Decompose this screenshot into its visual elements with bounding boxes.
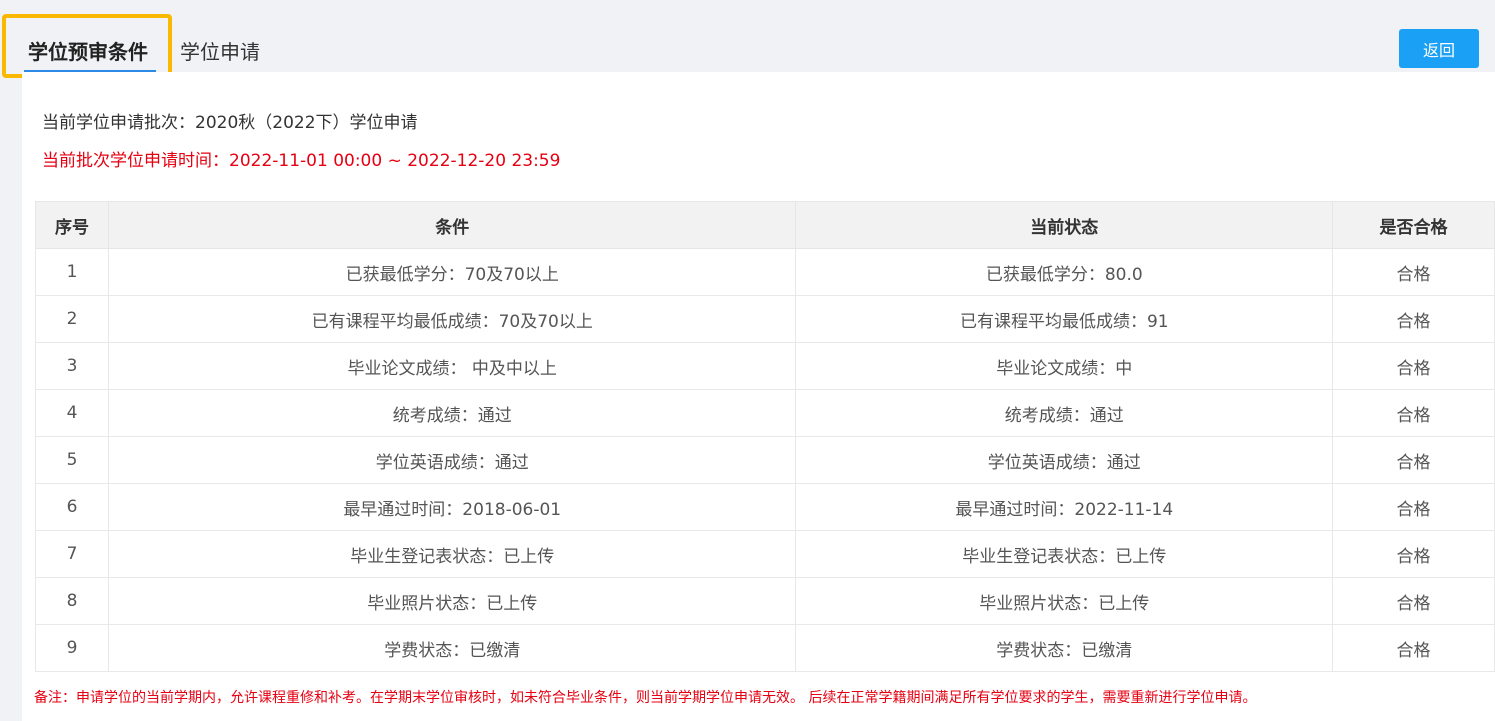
table-row: 4 统考成绩：通过 统考成绩：通过 合格 bbox=[35, 389, 1495, 437]
cell-no: 3 bbox=[35, 342, 109, 390]
table-row: 3 毕业论文成绩： 中及中以上 毕业论文成绩：中 合格 bbox=[35, 342, 1495, 390]
cell-no: 1 bbox=[35, 248, 109, 296]
conditions-table: 序号 条件 当前状态 是否合格 1 已获最低学分：70及70以上 已获最低学分：… bbox=[35, 201, 1495, 672]
application-batch-text: 当前学位申请批次：2020秋（2022下）学位申请 bbox=[42, 113, 418, 133]
table-row: 5 学位英语成绩：通过 学位英语成绩：通过 合格 bbox=[35, 436, 1495, 484]
cell-result: 合格 bbox=[1332, 530, 1495, 578]
cell-condition: 统考成绩：通过 bbox=[107, 389, 797, 437]
remark-note: 备注：申请学位的当前学期内，允许课程重修和补考。在学期末学位审核时，如未符合毕业… bbox=[34, 690, 1257, 706]
cell-status: 学位英语成绩：通过 bbox=[795, 436, 1334, 484]
table-row: 8 毕业照片状态：已上传 毕业照片状态：已上传 合格 bbox=[35, 577, 1495, 625]
header-result: 是否合格 bbox=[1332, 201, 1495, 249]
table-row: 7 毕业生登记表状态：已上传 毕业生登记表状态：已上传 合格 bbox=[35, 530, 1495, 578]
tab-degree-prereview-label[interactable]: 学位预审条件 bbox=[28, 36, 148, 65]
cell-result: 合格 bbox=[1332, 248, 1495, 296]
cell-condition: 毕业照片状态：已上传 bbox=[107, 577, 797, 625]
cell-result: 合格 bbox=[1332, 624, 1495, 672]
cell-status: 毕业论文成绩：中 bbox=[795, 342, 1334, 390]
table-row: 9 学费状态：已缴清 学费状态：已缴清 合格 bbox=[35, 624, 1495, 672]
cell-status: 毕业生登记表状态：已上传 bbox=[795, 530, 1334, 578]
cell-result: 合格 bbox=[1332, 436, 1495, 484]
cell-status: 最早通过时间：2022-11-14 bbox=[795, 483, 1334, 531]
cell-condition: 已有课程平均最低成绩：70及70以上 bbox=[107, 295, 797, 343]
cell-no: 5 bbox=[35, 436, 109, 484]
cell-no: 2 bbox=[35, 295, 109, 343]
cell-status: 统考成绩：通过 bbox=[795, 389, 1334, 437]
table-row: 2 已有课程平均最低成绩：70及70以上 已有课程平均最低成绩：91 合格 bbox=[35, 295, 1495, 343]
header-no: 序号 bbox=[35, 201, 109, 249]
cell-status: 毕业照片状态：已上传 bbox=[795, 577, 1334, 625]
cell-no: 8 bbox=[35, 577, 109, 625]
cell-result: 合格 bbox=[1332, 483, 1495, 531]
tab-bar: 学位预审条件 学位申请 返回 bbox=[0, 0, 1495, 78]
tab-degree-application[interactable]: 学位申请 bbox=[180, 36, 260, 65]
cell-no: 9 bbox=[35, 624, 109, 672]
back-button[interactable]: 返回 bbox=[1399, 29, 1479, 68]
cell-status: 学费状态：已缴清 bbox=[795, 624, 1334, 672]
cell-condition: 学费状态：已缴清 bbox=[107, 624, 797, 672]
table-header-row: 序号 条件 当前状态 是否合格 bbox=[35, 201, 1495, 249]
cell-condition: 毕业生登记表状态：已上传 bbox=[107, 530, 797, 578]
cell-condition: 学位英语成绩：通过 bbox=[107, 436, 797, 484]
cell-result: 合格 bbox=[1332, 295, 1495, 343]
cell-result: 合格 bbox=[1332, 342, 1495, 390]
header-condition: 条件 bbox=[107, 201, 797, 249]
cell-result: 合格 bbox=[1332, 577, 1495, 625]
application-time-text: 当前批次学位申请时间：2022-11-01 00:00 ~ 2022-12-20… bbox=[42, 151, 561, 171]
main-panel: 当前学位申请批次：2020秋（2022下）学位申请 当前批次学位申请时间：202… bbox=[22, 72, 1495, 721]
table-row: 6 最早通过时间：2018-06-01 最早通过时间：2022-11-14 合格 bbox=[35, 483, 1495, 531]
cell-no: 4 bbox=[35, 389, 109, 437]
cell-status: 已有课程平均最低成绩：91 bbox=[795, 295, 1334, 343]
cell-status: 已获最低学分：80.0 bbox=[795, 248, 1334, 296]
cell-no: 7 bbox=[35, 530, 109, 578]
header-status: 当前状态 bbox=[795, 201, 1334, 249]
cell-condition: 已获最低学分：70及70以上 bbox=[107, 248, 797, 296]
table-row: 1 已获最低学分：70及70以上 已获最低学分：80.0 合格 bbox=[35, 248, 1495, 296]
cell-result: 合格 bbox=[1332, 389, 1495, 437]
cell-condition: 毕业论文成绩： 中及中以上 bbox=[107, 342, 797, 390]
cell-no: 6 bbox=[35, 483, 109, 531]
cell-condition: 最早通过时间：2018-06-01 bbox=[107, 483, 797, 531]
left-strip bbox=[0, 0, 22, 721]
